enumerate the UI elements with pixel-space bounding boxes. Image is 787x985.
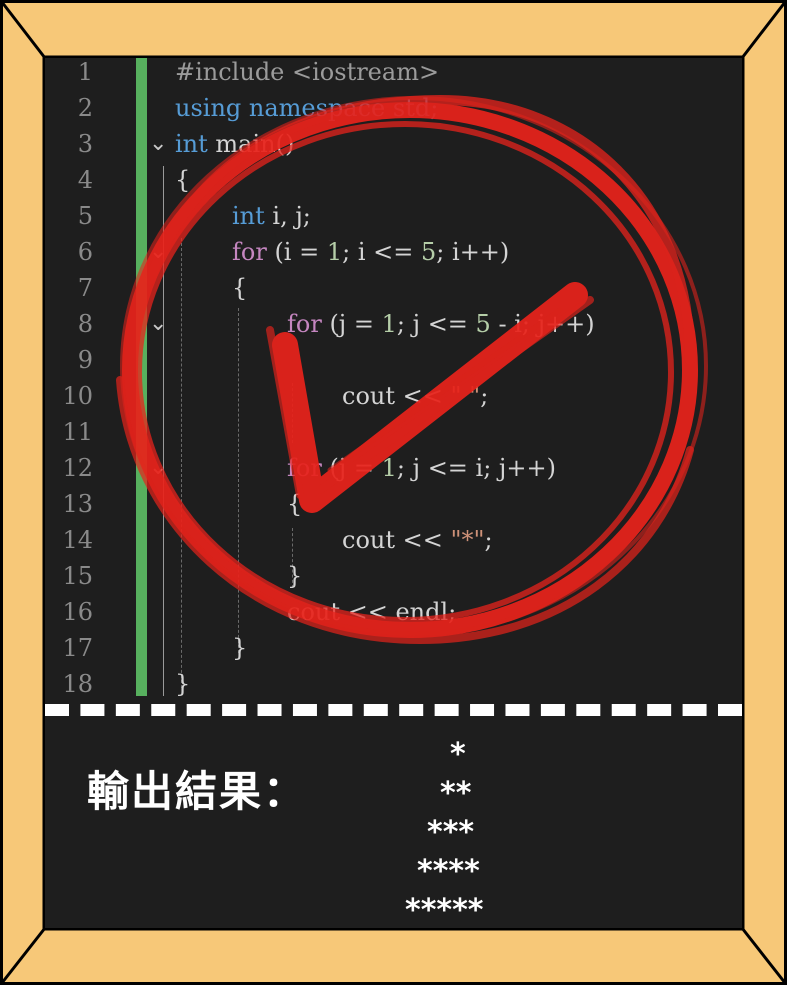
line-number: 10 — [62, 382, 93, 410]
line-number: 11 — [62, 418, 93, 446]
line-number: 2 — [77, 94, 93, 122]
line-number: 14 — [62, 526, 93, 554]
line-number: 5 — [77, 202, 93, 230]
code-text: #include <iostream> — [175, 58, 440, 86]
output-label: 輸出結果： — [87, 767, 308, 816]
code-text: for (j = 1; j <= 5 - i; j++) — [287, 310, 595, 338]
code-line: 7 { — [45, 270, 742, 306]
code-line: 16 cout << endl; — [45, 594, 742, 630]
fold-chevron-icon[interactable]: ⌄ — [149, 126, 167, 162]
line-number: 4 — [77, 166, 93, 194]
output-line: **** — [417, 854, 480, 889]
line-number: 16 — [62, 598, 93, 626]
line-number: 3 — [77, 130, 93, 158]
line-number: 17 — [62, 634, 93, 662]
code-text: int main() — [175, 130, 295, 158]
code-text: for (i = 1; i <= 5; i++) — [232, 238, 510, 266]
code-line: 13 { — [45, 486, 742, 522]
fold-chevron-icon[interactable]: ⌄ — [149, 306, 167, 342]
code-line: 11 — [45, 414, 742, 450]
code-line: 17 } — [45, 630, 742, 666]
code-line: 14 cout << "*"; — [45, 522, 742, 558]
output-line: ***** — [405, 893, 484, 928]
code-line: 9 — [45, 342, 742, 378]
code-text: { — [175, 166, 191, 194]
code-line: 12 ⌄ for (j = 1; j <= i; j++) — [45, 450, 742, 486]
code-text: { — [232, 274, 248, 302]
line-number: 1 — [77, 58, 93, 86]
code-line: 15 } — [45, 558, 742, 594]
line-number: 18 — [62, 670, 93, 698]
code-line: 4 { — [45, 162, 742, 198]
fold-chevron-icon[interactable]: ⌄ — [149, 450, 167, 486]
line-number: 6 — [77, 238, 93, 266]
code-line: 10 cout << " "; — [45, 378, 742, 414]
code-line: 1 #include <iostream> — [45, 58, 742, 90]
output-line: * — [450, 737, 466, 772]
line-number: 7 — [77, 274, 93, 302]
line-number: 13 — [62, 490, 93, 518]
code-text: } — [232, 634, 248, 662]
line-number: 9 — [77, 346, 93, 374]
code-line: 8 ⌄ for (j = 1; j <= 5 - i; j++) — [45, 306, 742, 342]
code-text: cout << " "; — [342, 382, 489, 410]
code-text: } — [287, 562, 303, 590]
code-line: 3 ⌄ int main() — [45, 126, 742, 162]
output-line: *** — [427, 815, 475, 850]
code-screen: 1 #include <iostream> 2 using namespace … — [45, 58, 742, 928]
code-line: 5 int i, j; — [45, 198, 742, 234]
code-text: cout << endl; — [287, 598, 457, 626]
line-number: 12 — [62, 454, 93, 482]
fold-chevron-icon[interactable]: ⌄ — [149, 234, 167, 270]
code-line: 18 } — [45, 666, 742, 702]
line-number: 15 — [62, 562, 93, 590]
code-line: 2 using namespace std; — [45, 90, 742, 126]
code-line: 6 ⌄ for (i = 1; i <= 5; i++) — [45, 234, 742, 270]
code-text: using namespace std; — [175, 94, 439, 122]
code-text: int i, j; — [232, 202, 311, 230]
code-editor: 1 #include <iostream> 2 using namespace … — [45, 58, 742, 704]
code-text: { — [287, 490, 303, 518]
line-number: 8 — [77, 310, 93, 338]
code-text: } — [175, 670, 191, 698]
code-text: for (j = 1; j <= i; j++) — [287, 454, 556, 482]
code-text: cout << "*"; — [342, 526, 493, 554]
output-line: ** — [440, 776, 472, 811]
dashed-divider — [45, 704, 742, 716]
